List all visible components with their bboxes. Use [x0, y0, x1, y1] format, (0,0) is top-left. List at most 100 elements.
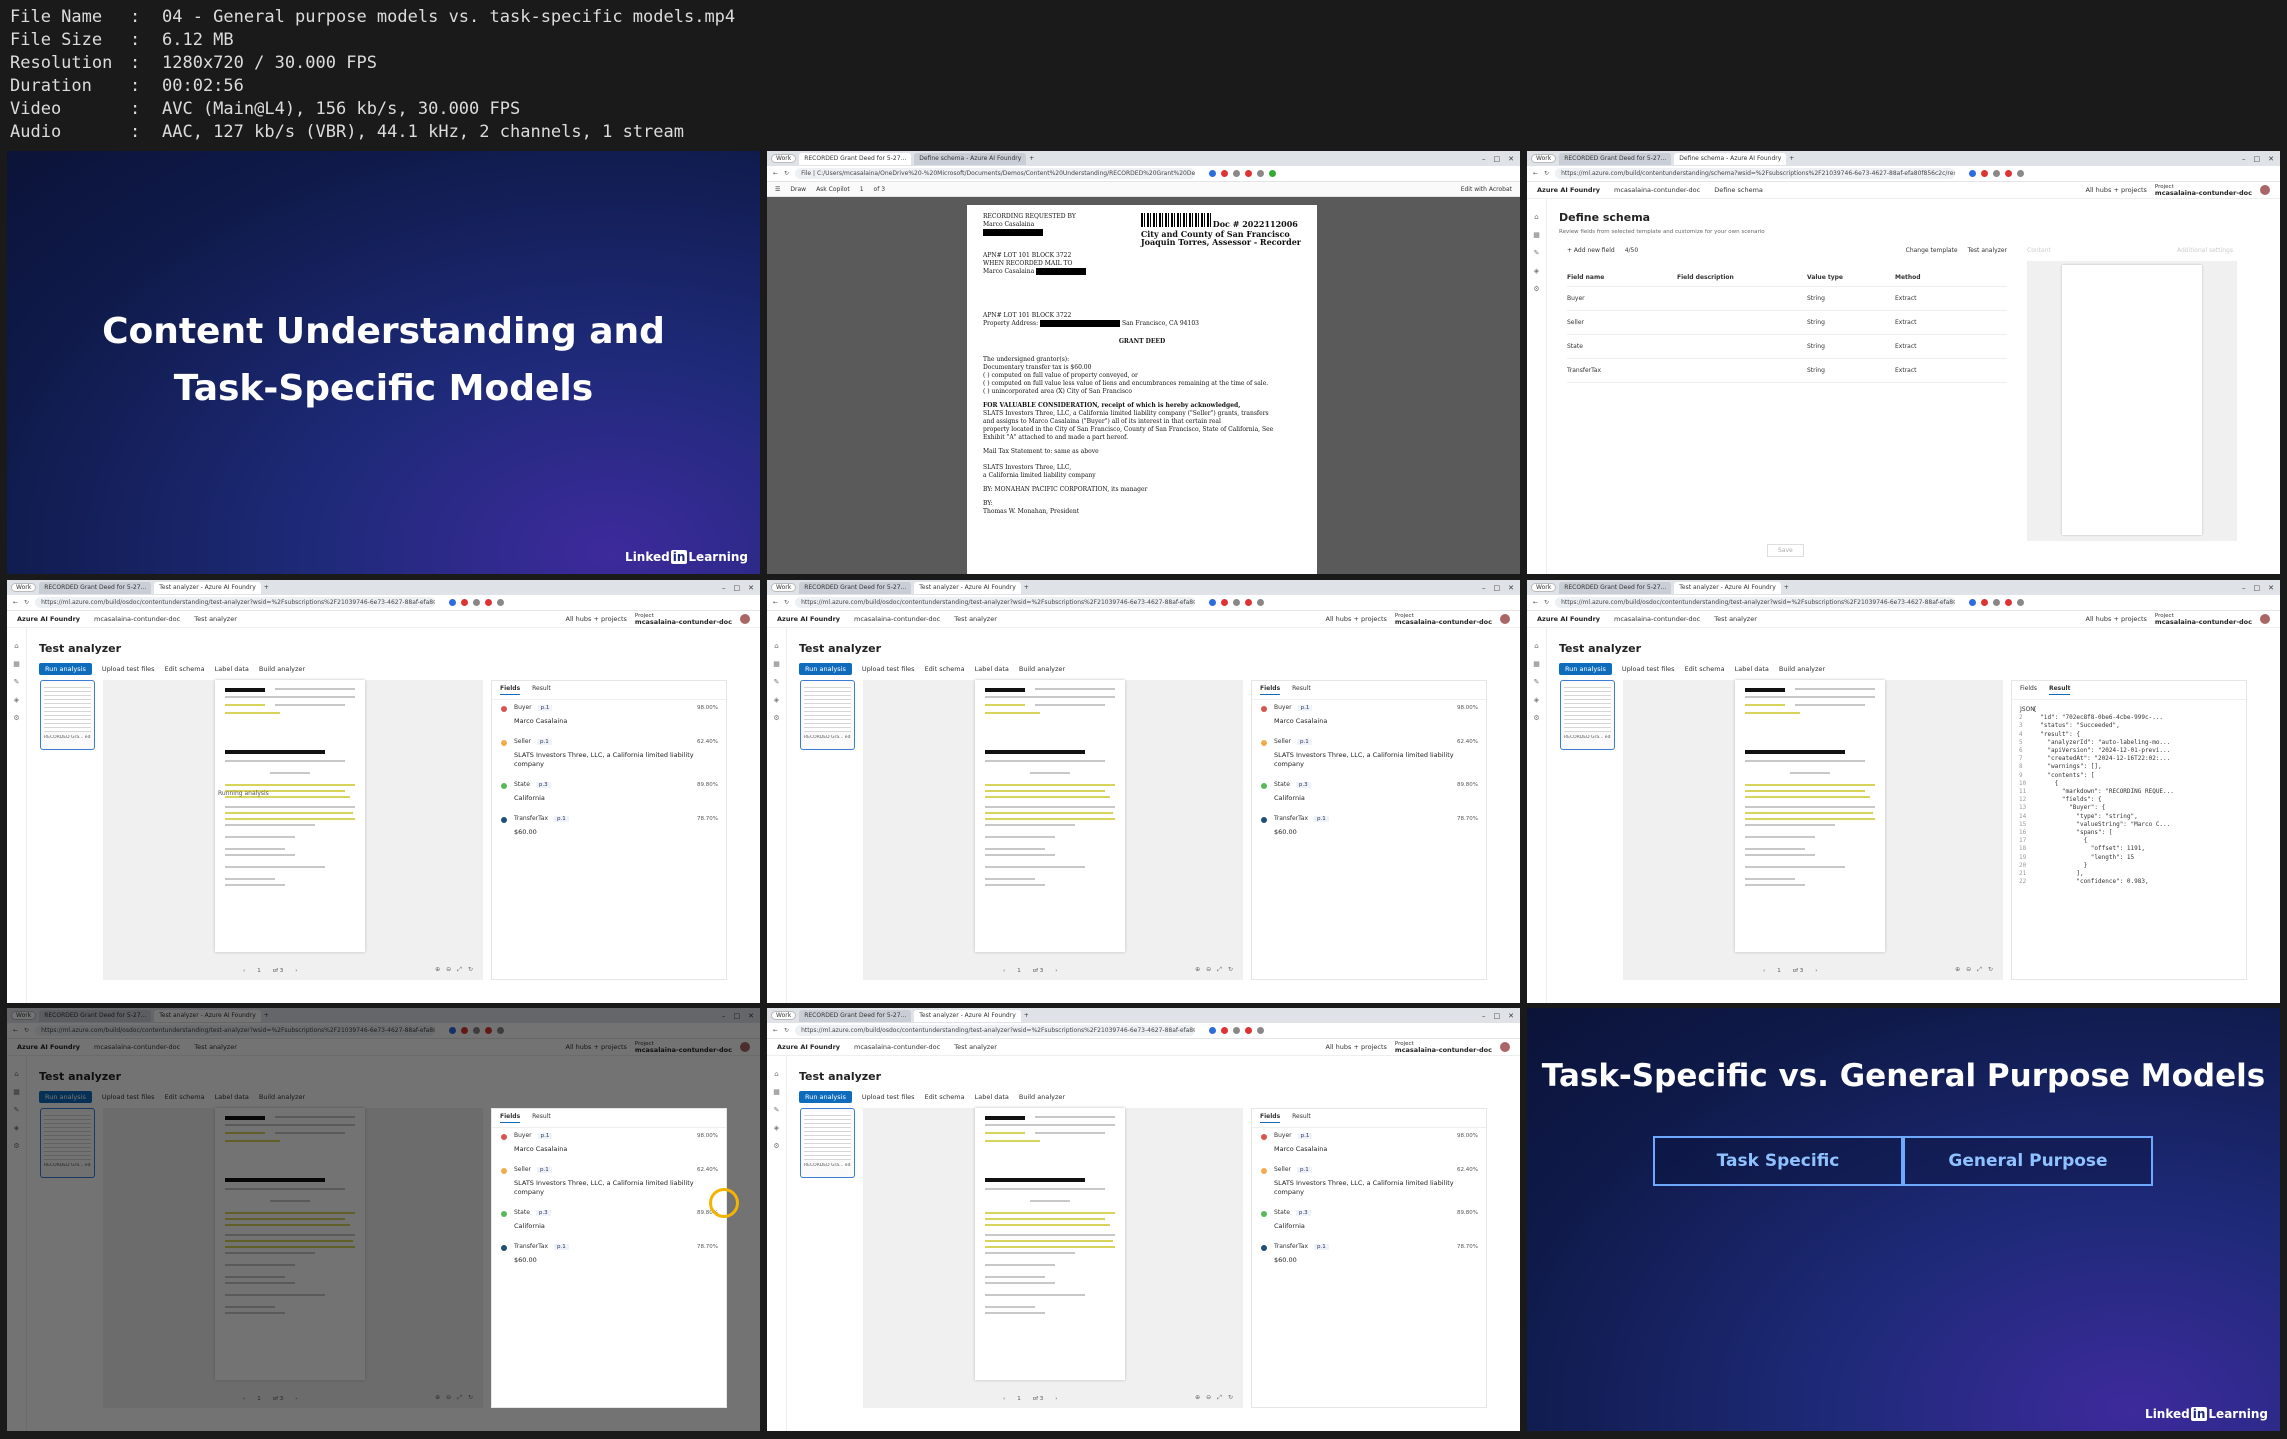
- back-icon[interactable]: ←: [773, 1027, 778, 1034]
- refresh-icon[interactable]: ↻: [784, 170, 789, 177]
- url-input[interactable]: https://ml.azure.com/build/osdoc/content…: [35, 597, 436, 608]
- extension-icons[interactable]: [449, 599, 505, 606]
- field-row-seller[interactable]: Seller p.1 62.40% SLATS Investors Three, LL…: [1252, 1162, 1486, 1205]
- field-page[interactable]: p.3: [1295, 1209, 1311, 1216]
- all-hubs-link[interactable]: All hubs + projects: [1326, 615, 1387, 623]
- all-hubs-link[interactable]: All hubs + projects: [1326, 1043, 1387, 1051]
- build-icon[interactable]: ⚙: [773, 1142, 779, 1150]
- field-page[interactable]: p.1: [554, 1243, 569, 1250]
- document-viewer[interactable]: ‹1of 3› ⊕ ⊖ ⤢ ↻: [863, 680, 1243, 980]
- avatar[interactable]: [1500, 1042, 1510, 1052]
- zoom-controls[interactable]: ⊕ ⊖ ⤢ ↻: [1195, 1394, 1233, 1402]
- field-row-buyer[interactable]: Buyer p.1 98.00% Marco Casalaina: [492, 1128, 726, 1162]
- back-icon[interactable]: ←: [1533, 170, 1538, 177]
- pager[interactable]: ‹1of 3›: [1763, 968, 1817, 974]
- back-icon[interactable]: ←: [13, 599, 18, 606]
- azure-ai-foundry-brand[interactable]: Azure AI Foundry: [777, 1043, 840, 1051]
- tab-test-analyzer[interactable]: Test analyzer - Azure AI Foundry: [914, 1009, 1021, 1022]
- field-row-transfertax[interactable]: TransferTax p.1 78.70% $60.00: [492, 1239, 726, 1273]
- document-viewer[interactable]: ‹1of 3› ⊕ ⊖ ⤢ ↻: [1623, 680, 2003, 980]
- field-page[interactable]: p.1: [554, 815, 569, 822]
- home-icon[interactable]: ⌂: [1534, 213, 1538, 221]
- table-row[interactable]: Seller String Extract: [1567, 311, 2007, 335]
- field-row-transfertax[interactable]: TransferTax p.1 78.70% $60.00: [1252, 1239, 1486, 1273]
- tab-pdf[interactable]: RECORDED Grant Deed for 5-27...: [1559, 581, 1672, 594]
- field-row-seller[interactable]: Seller p.1 62.40% SLATS Investors Three, LL…: [492, 1162, 726, 1205]
- tab-fields[interactable]: Fields: [1260, 685, 1281, 695]
- new-tab-icon[interactable]: +: [264, 584, 269, 591]
- refresh-icon[interactable]: ↻: [1544, 170, 1549, 177]
- work-profile-badge[interactable]: Work: [1531, 154, 1557, 163]
- test-file-thumbnail[interactable]: RECORDED Gra... ed.pdf: [800, 1108, 855, 1178]
- zoom-controls[interactable]: ⊕ ⊖ ⤢ ↻: [1955, 966, 1993, 974]
- field-row-state[interactable]: State p.3 89.80% California: [1252, 1205, 1486, 1239]
- field-page[interactable]: p.1: [1297, 738, 1312, 745]
- avatar[interactable]: [740, 614, 750, 624]
- tag-icon[interactable]: ◈: [1534, 696, 1539, 704]
- test-file-thumbnail[interactable]: RECORDED Gra... ed.pdf: [1560, 680, 1615, 750]
- field-row-state[interactable]: State p.3 89.80% California: [1252, 777, 1486, 811]
- pager[interactable]: ‹1of 3›: [1003, 1396, 1057, 1402]
- field-page[interactable]: p.1: [537, 704, 553, 711]
- home-icon[interactable]: ⌂: [1534, 642, 1538, 650]
- build-icon[interactable]: ⚙: [1533, 714, 1539, 722]
- tab-pdf[interactable]: RECORDED Grant Deed for 5-27...: [799, 152, 912, 165]
- tab-test-analyzer[interactable]: Test analyzer - Azure AI Foundry: [1674, 581, 1781, 594]
- upload-test-files-button[interactable]: Upload test files: [102, 665, 155, 673]
- field-page[interactable]: p.1: [537, 738, 552, 745]
- refresh-icon[interactable]: ↻: [1544, 599, 1549, 606]
- edit-schema-button[interactable]: Edit schema: [925, 1093, 965, 1101]
- build-icon[interactable]: ⚙: [773, 714, 779, 722]
- grid-icon[interactable]: ▦: [773, 660, 780, 668]
- build-analyzer-button[interactable]: Build analyzer: [1779, 665, 1825, 673]
- work-profile-badge[interactable]: Work: [1531, 583, 1557, 592]
- work-profile-badge[interactable]: Work: [771, 1011, 797, 1020]
- tab-fields[interactable]: Fields: [2020, 685, 2037, 695]
- grid-icon[interactable]: ▦: [773, 1088, 780, 1096]
- draw-button[interactable]: Draw: [790, 186, 806, 193]
- all-hubs-link[interactable]: All hubs + projects: [566, 615, 627, 623]
- breadcrumb-test-analyzer[interactable]: Test analyzer: [954, 1043, 997, 1051]
- field-row-transfertax[interactable]: TransferTax p.1 78.70% $60.00: [1252, 811, 1486, 845]
- label-data-button[interactable]: Label data: [1735, 665, 1769, 673]
- new-tab-icon[interactable]: +: [1029, 155, 1034, 162]
- field-page[interactable]: p.1: [1297, 704, 1313, 711]
- table-row[interactable]: State String Extract: [1567, 335, 2007, 359]
- back-icon[interactable]: ←: [1533, 599, 1538, 606]
- upload-test-files-button[interactable]: Upload test files: [862, 1093, 915, 1101]
- pager[interactable]: ‹1of 3›: [1003, 968, 1057, 974]
- edit-with-acrobat-button[interactable]: Edit with Acrobat: [1461, 186, 1512, 193]
- url-input[interactable]: https://ml.azure.com/build/osdoc/content…: [1555, 597, 1956, 608]
- pdf-page-number[interactable]: 1: [860, 186, 864, 193]
- field-row-state[interactable]: State p.3 89.80% California: [492, 777, 726, 811]
- change-template-button[interactable]: Change template: [1906, 247, 1958, 254]
- azure-ai-foundry-brand[interactable]: Azure AI Foundry: [777, 615, 840, 623]
- breadcrumb-define-schema[interactable]: Define schema: [1714, 186, 1763, 194]
- edit-schema-button[interactable]: Edit schema: [925, 665, 965, 673]
- test-file-thumbnail[interactable]: RECORDED Gra... ed.pdf: [40, 680, 95, 750]
- table-row[interactable]: Buyer String Extract: [1567, 287, 2007, 311]
- refresh-icon[interactable]: ↻: [24, 599, 29, 606]
- azure-ai-foundry-brand[interactable]: Azure AI Foundry: [17, 615, 80, 623]
- field-row-buyer[interactable]: Buyer p.1 98.00% Marco Casalaina: [1252, 700, 1486, 734]
- menu-icon[interactable]: ☰: [775, 186, 780, 193]
- new-tab-icon[interactable]: +: [1024, 1012, 1029, 1019]
- back-icon[interactable]: ←: [773, 170, 778, 177]
- label-data-button[interactable]: Label data: [215, 665, 249, 673]
- tab-fields[interactable]: Fields: [1260, 1113, 1281, 1123]
- tab-fields[interactable]: Fields: [500, 1113, 521, 1123]
- test-file-thumbnail[interactable]: RECORDED Gra... ed.pdf: [800, 680, 855, 750]
- window-controls[interactable]: –□✕: [1482, 584, 1520, 592]
- work-profile-badge[interactable]: Work: [11, 583, 37, 592]
- field-page[interactable]: p.1: [1314, 1243, 1329, 1250]
- tab-define-schema[interactable]: Define schema - Azure AI Foundry: [914, 152, 1027, 165]
- field-page[interactable]: p.1: [537, 1132, 553, 1139]
- json-result[interactable]: 1{2 "id": "702ec8f8-0be6-4cbe-999c-... 3 …: [2019, 706, 2174, 886]
- extension-icons[interactable]: [1969, 599, 2025, 606]
- upload-test-files-button[interactable]: Upload test files: [1622, 665, 1675, 673]
- field-row-seller[interactable]: Seller p.1 62.40% SLATS Investors Three, LL…: [1252, 734, 1486, 777]
- new-tab-icon[interactable]: +: [1784, 584, 1789, 591]
- build-analyzer-button[interactable]: Build analyzer: [1019, 665, 1065, 673]
- field-page[interactable]: p.1: [1297, 1132, 1313, 1139]
- field-page[interactable]: p.3: [1295, 781, 1311, 788]
